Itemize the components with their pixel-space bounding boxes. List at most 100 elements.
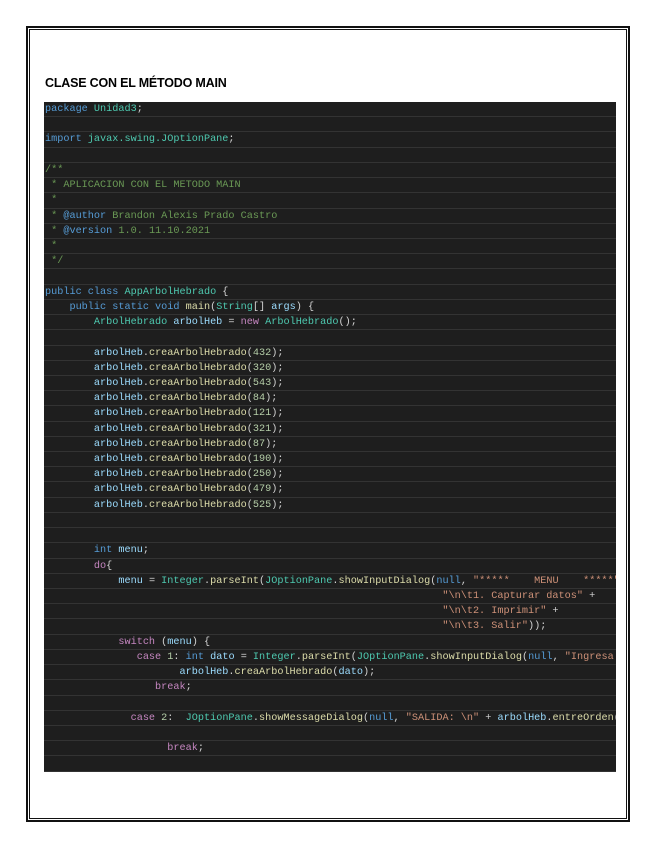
code-line: arbolHeb.creaArbolHebrado(479); (44, 482, 616, 498)
code-line: break; (44, 741, 616, 757)
code-token: menu (118, 545, 143, 557)
code-token: ); (265, 438, 278, 450)
code-token: ); (362, 667, 376, 679)
code-token: creaArbolHebrado (148, 393, 247, 405)
code-line (44, 330, 616, 346)
code-token: = (222, 317, 241, 329)
code-line: public static void main(String[] args) { (44, 300, 616, 316)
code-token: int (185, 651, 211, 663)
code-token: Unidad3 (93, 104, 137, 115)
code-line (44, 513, 616, 529)
code-token: ); (271, 469, 284, 481)
code-token: 1.0. 11.10.2021 (112, 225, 211, 237)
code-line: import javax.swing.JOptionPane; (44, 132, 616, 148)
code-token: 250 (252, 469, 272, 481)
code-token: arbolHeb (497, 712, 547, 724)
code-token: arbolHeb (45, 454, 143, 466)
code-token: JOptionPane (265, 575, 333, 587)
code-token: arbolHeb (45, 438, 143, 450)
code-line: arbolHeb.creaArbolHebrado(121); (44, 406, 616, 422)
code-token: arbolHeb (45, 393, 143, 405)
code-token: , (460, 575, 474, 587)
code-token: dato (210, 651, 235, 663)
code-token: int (45, 545, 119, 557)
code-token: creaArbolHebrado (148, 499, 247, 511)
code-line: * @author Brandon Alexis Prado Castro (44, 209, 616, 224)
code-token: break (45, 682, 186, 694)
code-token: dato (338, 667, 363, 679)
code-line: arbolHeb.creaArbolHebrado(dato); (44, 665, 616, 681)
code-token: AppArbolHebrado (124, 286, 217, 298)
code-line (44, 269, 616, 285)
code-token: null (436, 575, 461, 587)
code-token: creaArbolHebrado (148, 469, 247, 481)
code-line: * (44, 239, 616, 255)
code-line: do{ (44, 559, 616, 574)
code-token: * (45, 240, 58, 252)
code-token: showMessageDialog (259, 712, 363, 724)
code-token: ); (271, 362, 284, 374)
code-token: entreOrden (552, 712, 614, 724)
code-token: Brandon Alexis Prado Castro (106, 210, 278, 222)
code-token: "Ingresa el dato" (564, 651, 614, 663)
code-token: * (45, 210, 64, 222)
code-line (44, 117, 616, 133)
code-token: arbolHeb (45, 499, 143, 511)
code-token: creaArbolHebrado (148, 484, 247, 496)
code-token: null (528, 651, 553, 663)
code-line: arbolHeb.creaArbolHebrado(84); (44, 391, 616, 407)
code-token: creaArbolHebrado (148, 347, 247, 359)
code-token: 190 (252, 454, 272, 466)
code-line: case 2: JOptionPane.showMessageDialog(nu… (44, 711, 616, 726)
code-line: ArbolHebrado arbolHeb = new ArbolHebrado… (44, 315, 616, 331)
code-line: "\n\t1. Capturar datos" + (44, 589, 616, 605)
code-token: )); (527, 621, 547, 633)
code-line: arbolHeb.creaArbolHebrado(190); (44, 452, 616, 468)
code-token: ); (271, 347, 284, 359)
code-token: ); (271, 454, 284, 466)
code-line: * @version 1.0. 11.10.2021 (44, 224, 616, 239)
code-line: arbolHeb.creaArbolHebrado(525); (44, 498, 616, 513)
code-token: ) { (191, 636, 211, 648)
code-line (44, 726, 616, 742)
code-token: : (173, 651, 186, 663)
code-token: showInputDialog (338, 575, 431, 587)
code-token: ); (271, 408, 284, 420)
code-token: ; (228, 134, 235, 146)
code-token: "\n\t1. Capturar datos" (45, 591, 583, 602)
code-token: ArbolHebrado (265, 317, 339, 329)
code-line: case 1: int dato = Integer.parseInt(JOpt… (44, 650, 616, 666)
code-token: 87 (252, 438, 266, 450)
code-line: public class AppArbolHebrado { (44, 285, 616, 300)
code-token: switch (45, 636, 156, 648)
code-token: ()); (614, 713, 616, 724)
code-token: @version (63, 225, 113, 237)
code-token: 321 (252, 423, 272, 435)
code-line: arbolHeb.creaArbolHebrado(320); (44, 361, 616, 376)
code-token: 320 (252, 362, 272, 374)
code-token: ); (271, 499, 284, 511)
code-token: creaArbolHebrado (148, 438, 247, 450)
code-token: menu (167, 636, 192, 648)
code-token: creaArbolHebrado (148, 377, 247, 389)
code-token: @author (63, 210, 107, 222)
code-token: creaArbolHebrado (148, 423, 247, 435)
code-line: arbolHeb.creaArbolHebrado(87); (44, 437, 616, 453)
code-token: 479 (252, 484, 272, 496)
code-token: 525 (252, 499, 272, 511)
code-token: { (106, 560, 113, 572)
code-token: arbolHeb (45, 362, 143, 374)
code-line: * (44, 193, 616, 209)
code-token: + (479, 712, 498, 724)
code-token: "\n\t2. Imprimir" (45, 606, 547, 618)
code-token: ); (271, 484, 284, 496)
code-token: arbolHeb (173, 317, 223, 329)
code-token: Integer (161, 575, 204, 587)
code-token: arbolHeb (45, 484, 143, 496)
code-token: ( (155, 636, 168, 648)
code-line: arbolHeb.creaArbolHebrado(321); (44, 422, 616, 437)
code-line (44, 756, 616, 772)
code-token: "SALIDA: \n" (405, 712, 480, 724)
code-token: null (369, 712, 394, 724)
section-heading: CLASE CON EL MÉTODO MAIN (45, 76, 227, 90)
